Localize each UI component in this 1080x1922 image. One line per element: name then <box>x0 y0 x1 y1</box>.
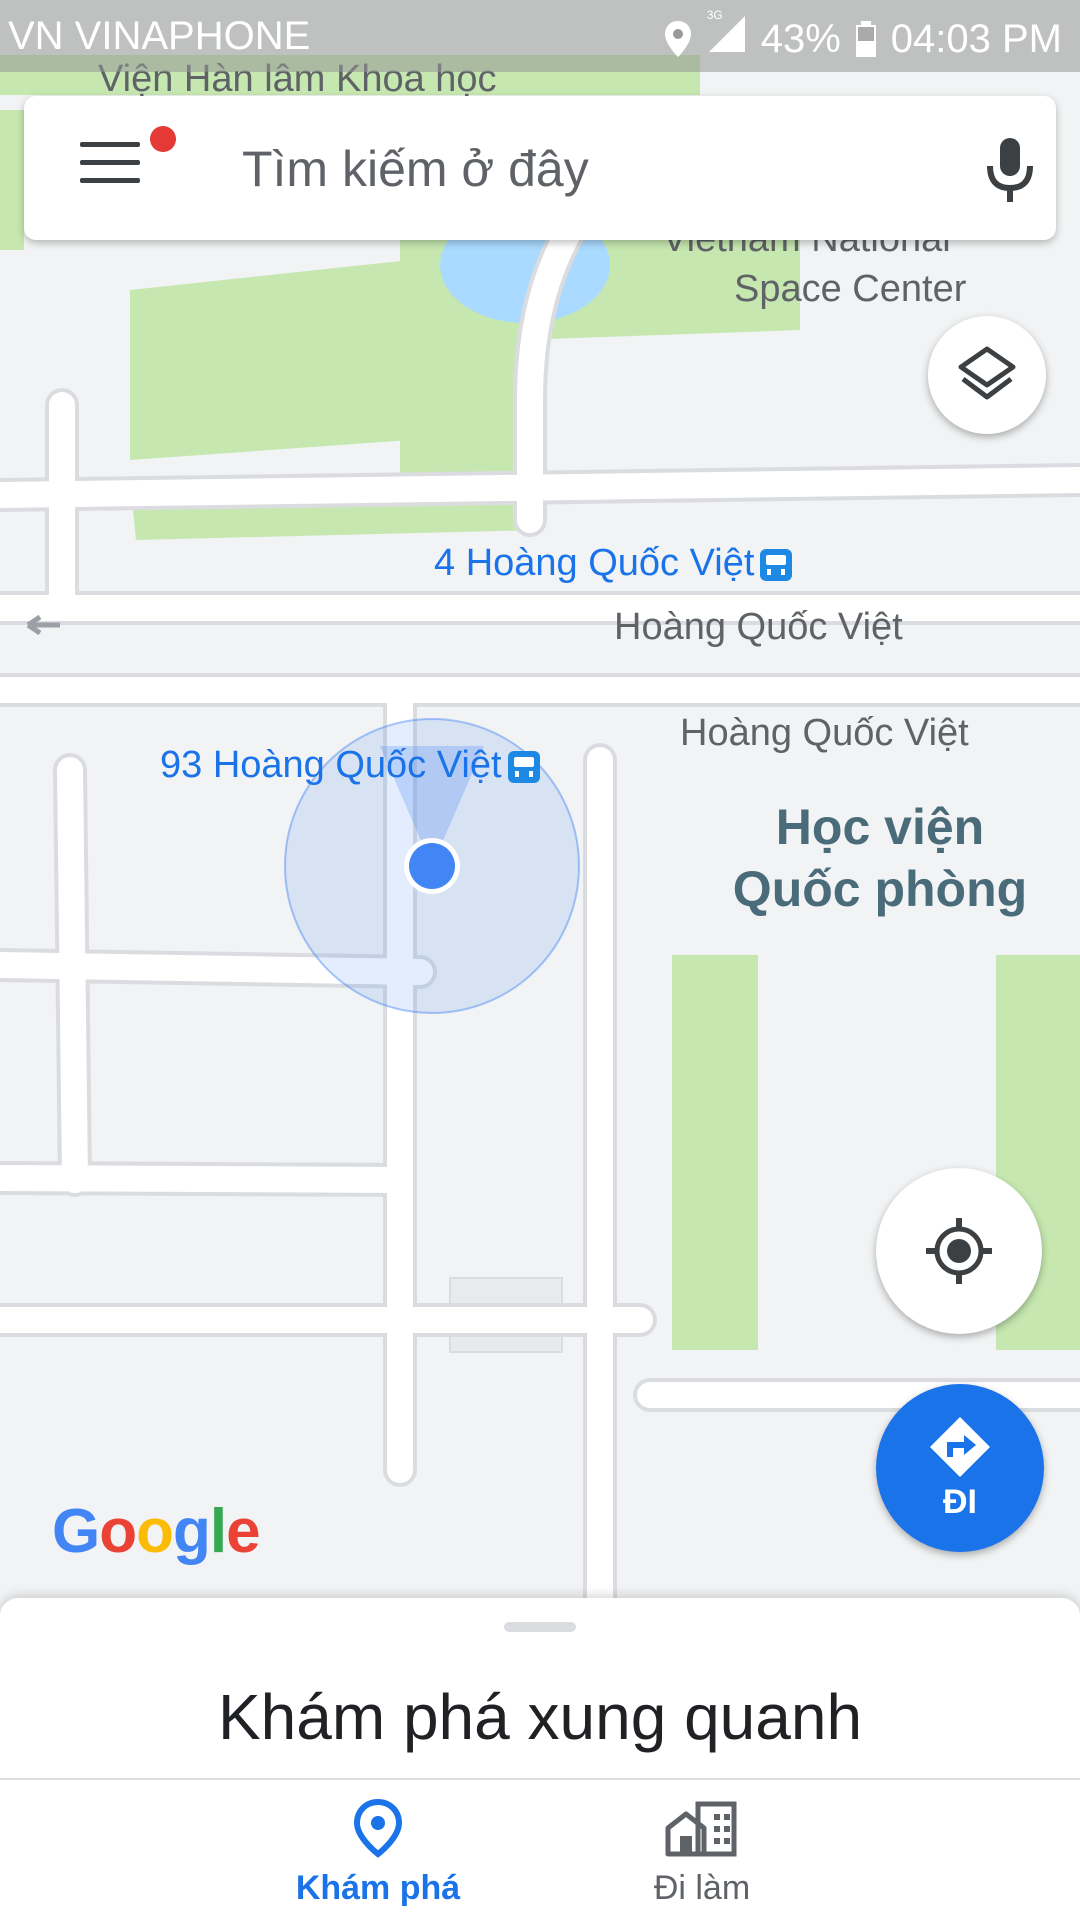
buildings-icon <box>665 1801 737 1857</box>
transit-stop-1[interactable]: 4 Hoàng Quốc Việt <box>434 542 793 585</box>
directions-button[interactable]: ĐI <box>876 1384 1044 1552</box>
road-label-2: Hoàng Quốc Việt <box>680 712 969 754</box>
explore-sheet[interactable]: Khám phá xung quanh <box>0 1598 1080 1778</box>
road-label-1: Hoàng Quốc Việt <box>614 606 903 648</box>
directions-icon <box>930 1416 990 1477</box>
nav-commute-label: Đi làm <box>653 1869 751 1907</box>
notification-dot <box>150 126 176 152</box>
menu-button[interactable] <box>80 142 140 192</box>
microphone-icon[interactable] <box>980 136 1040 206</box>
nav-item-commute[interactable]: Đi làm <box>572 1798 832 1908</box>
battery-icon <box>855 21 876 57</box>
layers-icon <box>958 346 1016 400</box>
poi-academy-line2: Quốc phòng <box>732 861 1028 917</box>
search-input[interactable] <box>240 136 944 202</box>
carrier-name: VN VINAPHONE <box>8 14 311 58</box>
transit-stop-2[interactable]: 93 Hoàng Quốc Việt <box>160 744 540 787</box>
network-type: 3G <box>706 8 723 22</box>
transit-stop-2-label: 93 Hoàng Quốc Việt <box>160 744 502 786</box>
clock: 04:03 PM <box>890 16 1062 61</box>
poi-academy-line1: Học viện <box>775 799 985 855</box>
bus-icon <box>760 548 793 581</box>
directions-label: ĐI <box>943 1482 977 1521</box>
nav-explore-label: Khám phá <box>295 1869 461 1907</box>
search-bar <box>24 96 1056 240</box>
my-location-icon <box>926 1218 992 1284</box>
signal-indicator: 3G <box>707 8 747 64</box>
google-logo: Google <box>52 1497 261 1566</box>
location-pin-icon <box>664 21 691 57</box>
poi-academy[interactable]: Học viện Quốc phòng <box>700 796 1060 920</box>
sheet-title: Khám phá xung quanh <box>217 1681 863 1753</box>
battery-percent: 43% <box>760 16 841 61</box>
my-location-button[interactable] <box>876 1168 1042 1334</box>
nav-item-explore[interactable]: Khám phá <box>248 1798 508 1908</box>
sheet-drag-handle[interactable] <box>504 1622 576 1632</box>
location-pin-icon <box>353 1798 403 1858</box>
transit-stop-1-label: 4 Hoàng Quốc Việt <box>434 542 755 584</box>
bottom-navigation: Khám phá Đi làm <box>0 1778 1080 1922</box>
bus-icon <box>507 750 540 783</box>
map-label-space-center-line2[interactable]: Space Center <box>734 268 966 311</box>
layers-button[interactable] <box>928 316 1046 434</box>
status-bar: VN VINAPHONE 3G 43% 04:03 PM <box>0 0 1080 72</box>
